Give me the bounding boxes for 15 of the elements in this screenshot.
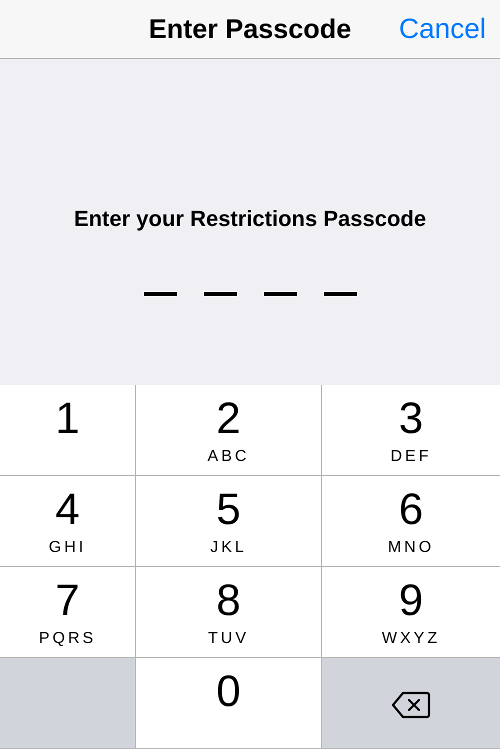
keypad-key[interactable]: 4 GHI [0, 476, 135, 566]
keypad-key[interactable]: 8 TUV [136, 567, 321, 657]
delete-key[interactable] [322, 658, 500, 748]
keypad-key[interactable]: 7 PQRS [0, 567, 135, 657]
delete-icon [391, 691, 431, 719]
keypad-key[interactable]: 6 MNO [322, 476, 500, 566]
keypad-key[interactable]: 3 DEF [322, 385, 500, 475]
nav-title: Enter Passcode [148, 14, 352, 44]
keypad-key[interactable]: 1 [0, 385, 135, 475]
cancel-button[interactable]: Cancel [398, 13, 486, 45]
keypad-key[interactable]: 5 JKL [136, 476, 321, 566]
passcode-prompt: Enter your Restrictions Passcode [74, 206, 426, 232]
keypad-key[interactable]: 2 ABC [136, 385, 321, 475]
keypad-key[interactable]: 9 WXYZ [322, 567, 500, 657]
keypad-key[interactable]: 0 [136, 658, 321, 748]
